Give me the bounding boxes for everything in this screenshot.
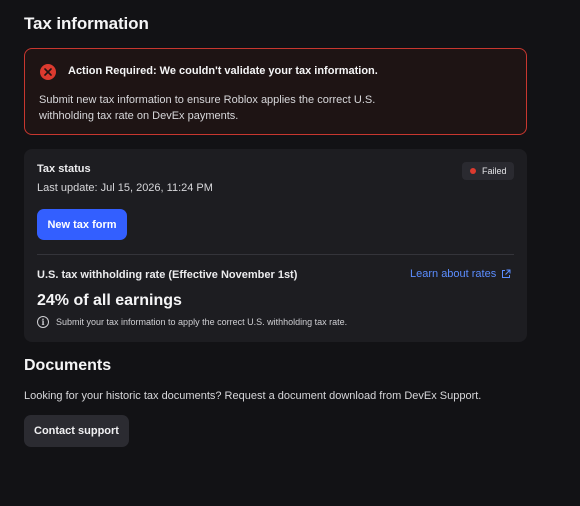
alert-body: Submit new tax information to ensure Rob…	[39, 94, 376, 122]
documents-title: Documents	[24, 357, 112, 374]
info-icon: i	[37, 316, 49, 328]
tax-status-card: Tax status Last update: Jul 15, 2026, 11…	[24, 149, 527, 342]
withholding-rate-label: U.S. tax withholding rate (Effective Nov…	[37, 269, 298, 281]
rate-note: i Submit your tax information to apply t…	[37, 316, 347, 328]
error-x-icon	[40, 64, 56, 80]
learn-about-rates-link[interactable]: Learn about rates	[410, 268, 511, 280]
page-title: Tax information	[24, 14, 149, 33]
tax-status-label: Tax status	[37, 163, 91, 175]
alert-title: Action Required: We couldn't validate yo…	[68, 65, 378, 77]
documents-text: Looking for your historic tax documents?…	[24, 390, 482, 402]
divider	[37, 254, 514, 255]
external-link-icon	[502, 269, 511, 278]
contact-support-button[interactable]: Contact support	[24, 415, 129, 447]
status-badge-label: Failed	[482, 166, 507, 176]
status-badge: Failed	[462, 162, 514, 180]
last-update-text: Last update: Jul 15, 2026, 11:24 PM	[37, 182, 213, 194]
learn-about-rates-label: Learn about rates	[410, 268, 497, 280]
rate-note-text: Submit your tax information to apply the…	[56, 317, 348, 327]
new-tax-form-button[interactable]: New tax form	[37, 209, 127, 240]
failed-dot-icon	[470, 168, 476, 174]
tax-information-page: Tax information Action Required: We coul…	[0, 0, 580, 506]
action-required-alert: Action Required: We couldn't validate yo…	[24, 48, 527, 135]
withholding-rate-value: 24% of all earnings	[37, 292, 182, 309]
